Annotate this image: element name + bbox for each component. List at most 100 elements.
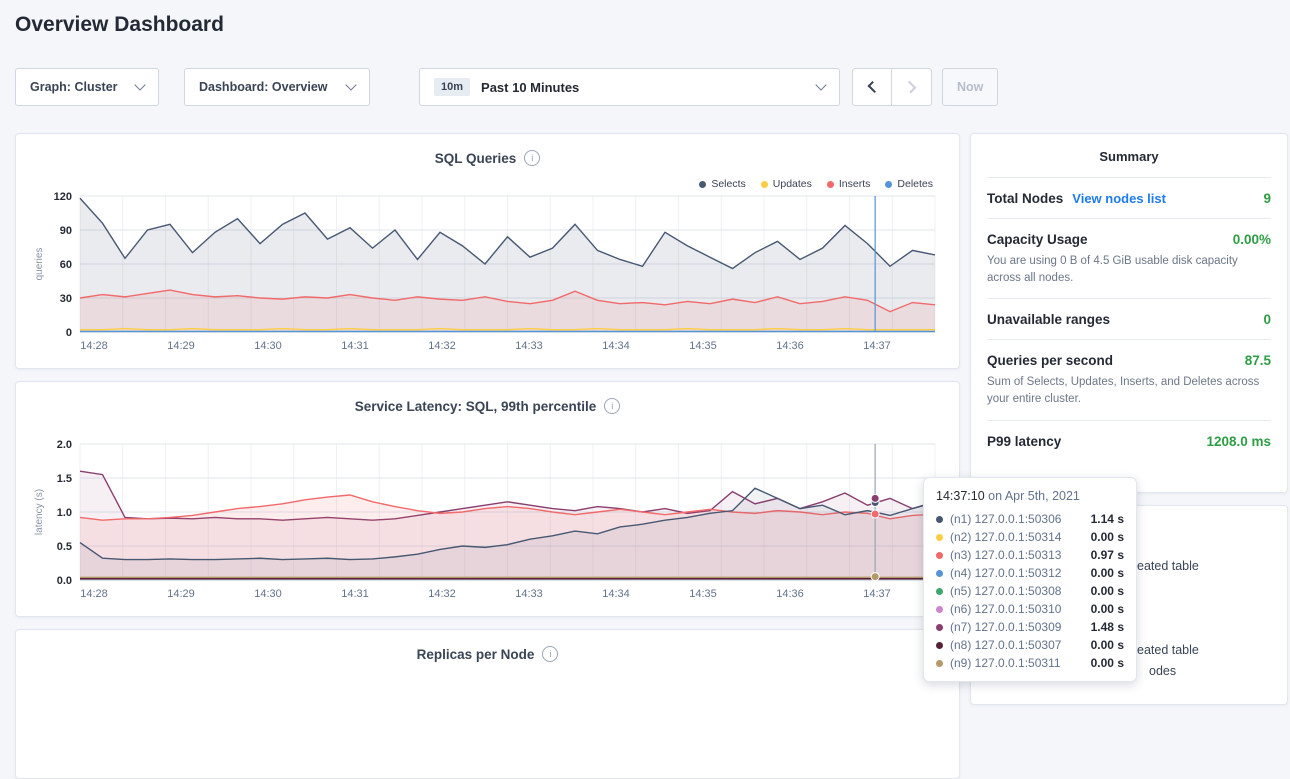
svg-text:queries: queries [34, 248, 45, 281]
view-nodes-list-link[interactable]: View nodes list [1072, 191, 1166, 206]
svg-text:14:36: 14:36 [776, 588, 804, 600]
dashboard-dropdown-label: Dashboard: Overview [199, 80, 328, 94]
summary-title: Summary [987, 134, 1271, 178]
toolbar: Graph: Cluster Dashboard: Overview 10m P… [15, 68, 998, 106]
sql-legend: Selects Updates Inserts Deletes [699, 178, 933, 190]
latency-chart[interactable]: 0.00.51.01.52.014:2814:2914:3014:3114:32… [30, 438, 945, 619]
chevron-down-icon [815, 79, 826, 90]
svg-text:14:30: 14:30 [254, 340, 282, 352]
svg-text:14:35: 14:35 [689, 588, 717, 600]
tooltip-time: 14:37:10 [936, 489, 985, 503]
summary-value: 9 [1263, 191, 1271, 206]
tooltip-node-value: 0.00 s [1091, 602, 1124, 616]
series-dot-icon [936, 552, 943, 559]
time-prev-button[interactable] [852, 68, 892, 106]
tooltip-node-value: 0.00 s [1091, 638, 1124, 652]
tooltip-row: (n3) 127.0.0.1:50313 0.97 s [936, 546, 1124, 564]
tooltip-rows: (n1) 127.0.0.1:503061.14 s(n2) 127.0.0.1… [936, 510, 1124, 672]
svg-text:14:32: 14:32 [428, 588, 456, 600]
legend-item-updates[interactable]: Updates [761, 178, 812, 190]
tooltip-node-label: (n2) 127.0.0.1:50314 [950, 530, 1085, 544]
svg-text:14:28: 14:28 [80, 588, 108, 600]
info-icon[interactable]: i [524, 150, 540, 166]
event-text-fragment: eated table [1137, 643, 1199, 657]
svg-text:2.0: 2.0 [57, 439, 72, 451]
series-dot-icon [936, 534, 943, 541]
chevron-left-icon [867, 81, 879, 93]
series-dot-icon [936, 624, 943, 631]
summary-row-qps: Queries per second 87.5 Sum of Selects, … [987, 340, 1271, 420]
svg-text:14:33: 14:33 [515, 340, 543, 352]
svg-text:30: 30 [60, 293, 72, 305]
summary-panel: Summary Total Nodes View nodes list 9 Ca… [970, 133, 1288, 493]
svg-text:0.0: 0.0 [57, 575, 72, 587]
info-icon[interactable]: i [542, 646, 558, 662]
tooltip-node-label: (n3) 127.0.0.1:50313 [950, 548, 1085, 562]
series-dot-icon [936, 660, 943, 667]
tooltip-row: (n1) 127.0.0.1:503061.14 s [936, 510, 1124, 528]
tooltip-node-value: 0.00 s [1091, 656, 1124, 670]
page-title: Overview Dashboard [15, 13, 224, 37]
legend-dot-icon [885, 181, 892, 188]
tooltip-row: (n4) 127.0.0.1:503120.00 s [936, 564, 1124, 582]
series-dot-icon [936, 642, 943, 649]
tooltip-node-value: 0.97 s [1091, 548, 1124, 562]
tooltip-row: (n9) 127.0.0.1:503110.00 s [936, 654, 1124, 672]
tooltip-node-value: 1.48 s [1091, 620, 1124, 634]
time-range-badge: 10m [434, 78, 470, 96]
sql-queries-chart[interactable]: 030609012014:2814:2914:3014:3114:3214:33… [30, 190, 945, 371]
series-dot-icon [936, 516, 943, 523]
tooltip-row: (n2) 127.0.0.1:50314 0.00 s [936, 528, 1124, 546]
replicas-title: Replicas per Node i [16, 646, 959, 662]
tooltip-node-value: 0.00 s [1091, 566, 1124, 580]
series-dot-icon [936, 570, 943, 577]
svg-text:14:28: 14:28 [80, 340, 108, 352]
svg-text:14:37: 14:37 [863, 340, 891, 352]
time-next-button[interactable] [892, 68, 932, 106]
legend-label: Updates [773, 178, 812, 190]
legend-item-selects[interactable]: Selects [699, 178, 745, 190]
svg-text:14:29: 14:29 [167, 588, 195, 600]
svg-text:14:36: 14:36 [776, 340, 804, 352]
latency-title: Service Latency: SQL, 99th percentile i [16, 398, 959, 414]
tooltip-node-label: (n8) 127.0.0.1:50307 [950, 638, 1085, 652]
tooltip-node-value: 0.00 s [1091, 530, 1124, 544]
series-dot-icon [936, 588, 943, 595]
graph-dropdown[interactable]: Graph: Cluster [15, 68, 159, 106]
chart-title-text: Replicas per Node [417, 647, 535, 662]
svg-text:14:32: 14:32 [428, 340, 456, 352]
svg-text:14:30: 14:30 [254, 588, 282, 600]
now-button[interactable]: Now [942, 68, 998, 106]
svg-text:1.5: 1.5 [57, 473, 72, 485]
sql-queries-card: SQL Queries i SelectsUpdatesInsertsDelet… [15, 133, 960, 369]
summary-row-total-nodes: Total Nodes View nodes list 9 [987, 178, 1271, 219]
svg-text:14:35: 14:35 [689, 340, 717, 352]
replicas-card: Replicas per Node i [15, 629, 960, 779]
tooltip-row: (n6) 127.0.0.1:503100.00 s [936, 600, 1124, 618]
event-text-fragment: eated table [1137, 559, 1199, 573]
tooltip-date: on Apr 5th, 2021 [985, 489, 1080, 503]
event-text-fragment: odes [1149, 664, 1176, 678]
tooltip-node-label: (n5) 127.0.0.1:50308 [950, 584, 1085, 598]
tooltip-node-value: 0.00 s [1091, 584, 1124, 598]
chevron-down-icon [134, 79, 145, 90]
svg-text:1.0: 1.0 [57, 507, 72, 519]
svg-text:14:31: 14:31 [341, 588, 369, 600]
summary-value: 1208.0 ms [1206, 434, 1271, 449]
legend-item-inserts[interactable]: Inserts [827, 178, 871, 190]
svg-text:90: 90 [60, 225, 72, 237]
dashboard-dropdown[interactable]: Dashboard: Overview [184, 68, 370, 106]
series-dot-icon [936, 606, 943, 613]
tooltip-row: (n5) 127.0.0.1:50308 0.00 s [936, 582, 1124, 600]
graph-dropdown-label: Graph: Cluster [30, 80, 118, 94]
time-range-selector[interactable]: 10m Past 10 Minutes [419, 68, 840, 106]
legend-item-deletes[interactable]: Deletes [885, 178, 933, 190]
legend-dot-icon [827, 181, 834, 188]
legend-label: Deletes [897, 178, 933, 190]
info-icon[interactable]: i [604, 398, 620, 414]
tooltip-row: (n7) 127.0.0.1:503091.48 s [936, 618, 1124, 636]
legend-dot-icon [699, 181, 706, 188]
tooltip-row: (n8) 127.0.0.1:50307 0.00 s [936, 636, 1124, 654]
chart-title-text: Service Latency: SQL, 99th percentile [355, 399, 597, 414]
tooltip-node-label: (n1) 127.0.0.1:50306 [950, 512, 1085, 526]
